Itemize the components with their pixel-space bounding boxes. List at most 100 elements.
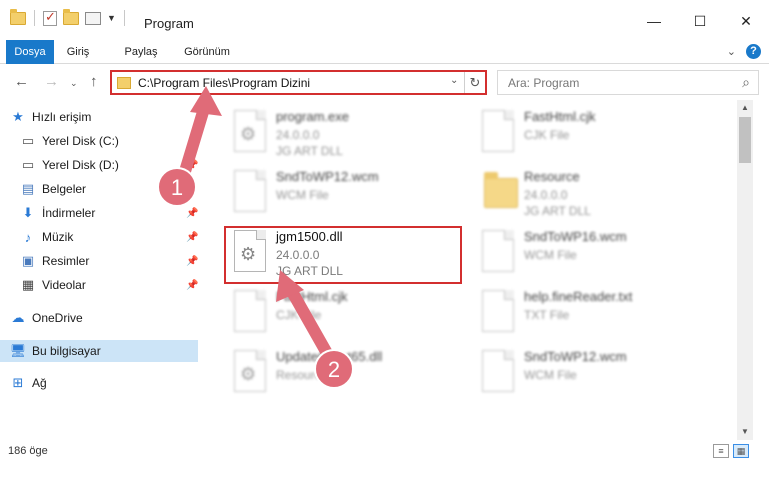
- close-icon: ✕: [740, 12, 752, 29]
- file-type: WCM File: [276, 188, 329, 202]
- file-icon: [482, 110, 516, 154]
- expand-ribbon-chevron-icon[interactable]: ⌄: [727, 45, 736, 58]
- file-icon: [482, 350, 516, 394]
- sidebar-item-quick-access[interactable]: ★ Hızlı erişim: [10, 106, 210, 128]
- address-dropdown-chevron-icon[interactable]: ⌄: [450, 75, 458, 86]
- file-item[interactable]: FastHtml.cjk CJK File: [224, 284, 454, 342]
- file-name: Resource: [524, 169, 580, 184]
- sidebar-item-onedrive[interactable]: ☁ OneDrive: [10, 307, 200, 329]
- pin-icon[interactable]: 📌: [186, 256, 198, 267]
- window-controls: — ☐ ✕: [631, 6, 769, 36]
- pin-icon[interactable]: 📌: [186, 232, 198, 243]
- pin-icon[interactable]: 📌: [186, 208, 198, 219]
- up-arrow-icon[interactable]: ↑: [90, 73, 98, 90]
- sidebar-item-label: Yerel Disk (C:): [42, 134, 119, 148]
- file-description: JG ART DLL: [524, 204, 591, 218]
- properties-check-icon[interactable]: [43, 9, 57, 26]
- file-type: WCM File: [524, 248, 577, 262]
- file-name: SndToWP16.wcm: [524, 229, 627, 244]
- scroll-down-icon[interactable]: ▼: [737, 424, 753, 440]
- search-icon[interactable]: ⌕: [742, 74, 750, 91]
- videos-icon: ▦: [21, 277, 35, 292]
- pin-icon[interactable]: 📌: [186, 280, 198, 291]
- folder-icon: [117, 77, 131, 89]
- file-item[interactable]: SndToWP12.wcm WCM File: [224, 164, 454, 222]
- scroll-up-icon[interactable]: ▲: [737, 100, 753, 116]
- file-item[interactable]: ⚙ UpdateClient65.dll Resource: [224, 344, 454, 402]
- view-options-icon[interactable]: [85, 11, 101, 25]
- item-count: 186 öge: [8, 445, 48, 457]
- divider: [123, 10, 125, 26]
- status-bar: 186 öge ≡ ▦: [0, 440, 769, 464]
- sidebar-item-videos[interactable]: ▦ Videolar 📌: [20, 274, 200, 296]
- pictures-icon: ▣: [21, 253, 35, 268]
- file-item[interactable]: help.fineReader.txt TXT File: [472, 284, 702, 342]
- minimize-button[interactable]: —: [631, 6, 677, 36]
- sidebar-item-label: Bu bilgisayar: [32, 344, 101, 358]
- maximize-icon: ☐: [693, 12, 707, 29]
- customize-toolbar-chevron-icon[interactable]: ▼: [107, 13, 116, 23]
- details-view-icon[interactable]: ≡: [713, 444, 729, 458]
- tab-home[interactable]: Giriş: [60, 40, 96, 64]
- file-item[interactable]: FastHtml.cjk CJK File: [472, 104, 702, 162]
- file-name: UpdateClient65.dll: [276, 349, 383, 364]
- forward-arrow-icon[interactable]: →: [44, 73, 59, 90]
- file-name: SndToWP12.wcm: [524, 349, 627, 364]
- tab-view[interactable]: Görünüm: [178, 40, 236, 64]
- back-arrow-icon[interactable]: ←: [14, 73, 29, 90]
- file-list: ⚙ program.exe 24.0.0.0 JG ART DLL SndToW…: [210, 100, 737, 435]
- navigation-pane: ★ Hızlı erişim ▭ Yerel Disk (C:) ▭ Yerel…: [0, 100, 200, 435]
- sidebar-item-this-pc[interactable]: 🖥 Bu bilgisayar: [0, 340, 198, 362]
- file-icon: [234, 170, 268, 214]
- tiles-view-icon[interactable]: ▦: [733, 444, 749, 458]
- tab-file[interactable]: Dosya: [6, 40, 54, 64]
- exe-icon: ⚙: [234, 110, 268, 154]
- file-item[interactable]: SndToWP16.wcm WCM File: [472, 224, 702, 282]
- pin-icon[interactable]: 📌: [186, 160, 198, 171]
- quick-access-toolbar: ▼: [10, 8, 127, 26]
- folder-icon: [10, 8, 26, 25]
- help-icon[interactable]: ?: [746, 44, 761, 59]
- file-icon: [482, 230, 516, 274]
- star-icon: ★: [12, 109, 24, 124]
- search-input[interactable]: Ara: Program ⌕: [497, 70, 759, 95]
- file-type: WCM File: [524, 368, 577, 382]
- tab-share[interactable]: Paylaş: [118, 40, 164, 64]
- drive-icon: ▭: [21, 157, 35, 172]
- sidebar-item-local-disk-d[interactable]: ▭ Yerel Disk (D:) 📌: [20, 154, 200, 176]
- file-type: Resource: [276, 368, 328, 382]
- folder-item[interactable]: Resource 24.0.0.0 JG ART DLL: [472, 164, 702, 222]
- vertical-scrollbar[interactable]: ▲ ▼: [737, 100, 753, 440]
- recent-locations-chevron-icon[interactable]: ⌄: [70, 78, 78, 89]
- network-icon: ⊞: [12, 375, 24, 390]
- new-folder-icon[interactable]: [63, 8, 79, 25]
- scrollbar-thumb[interactable]: [739, 117, 751, 163]
- file-item[interactable]: ⚙ program.exe 24.0.0.0 JG ART DLL: [224, 104, 454, 162]
- sidebar-item-music[interactable]: ♪ Müzik 📌: [20, 226, 200, 248]
- file-description: JG ART DLL: [276, 264, 343, 278]
- maximize-button[interactable]: ☐: [677, 6, 723, 36]
- sidebar-item-pictures[interactable]: ▣ Resimler 📌: [20, 250, 200, 272]
- refresh-icon[interactable]: ↻: [464, 72, 485, 93]
- sidebar-item-documents[interactable]: ▤ Belgeler: [20, 178, 200, 200]
- address-bar[interactable]: C:\Program Files\Program Dizini ⌄ ↻: [110, 70, 487, 95]
- sidebar-item-label: Resimler: [42, 254, 90, 268]
- sidebar-item-label: OneDrive: [32, 311, 83, 325]
- computer-icon: 🖥: [9, 343, 27, 358]
- file-item[interactable]: SndToWP12.wcm WCM File: [472, 344, 702, 402]
- sidebar-item-label: Videolar: [42, 278, 86, 292]
- sidebar-item-network[interactable]: ⊞ Ağ: [10, 372, 200, 394]
- file-version: 24.0.0.0: [276, 248, 320, 262]
- sidebar-item-downloads[interactable]: ⬇ İndirmeler 📌: [20, 202, 200, 224]
- cloud-icon: ☁: [11, 310, 25, 325]
- file-item-jgm1500-dll[interactable]: ⚙ jgm1500.dll 24.0.0.0 JG ART DLL: [224, 224, 454, 282]
- file-type: TXT File: [524, 308, 570, 322]
- sidebar-item-label: Yerel Disk (D:): [42, 158, 119, 172]
- file-version: 24.0.0.0: [524, 188, 568, 202]
- sidebar-item-label: İndirmeler: [42, 206, 96, 220]
- dll-icon: ⚙: [234, 230, 268, 274]
- address-path[interactable]: C:\Program Files\Program Dizini: [138, 76, 310, 90]
- file-icon: [234, 290, 268, 334]
- sidebar-item-local-disk-c[interactable]: ▭ Yerel Disk (C:): [20, 130, 200, 152]
- close-button[interactable]: ✕: [723, 6, 769, 36]
